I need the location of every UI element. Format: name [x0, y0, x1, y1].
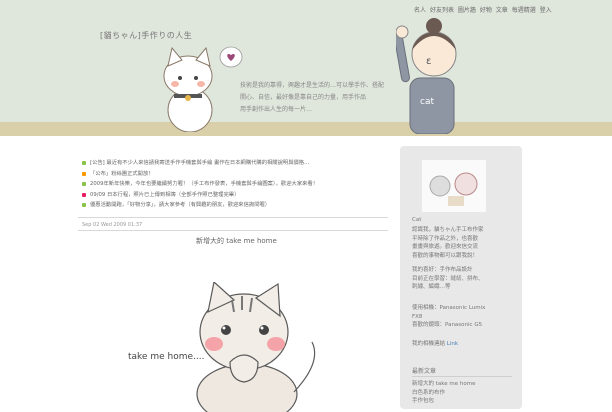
- svg-text:cat: cat: [420, 97, 434, 107]
- camera-line: 喜歡的鏡頭：Panasonic G5: [412, 322, 483, 328]
- post-title[interactable]: 新增大的 take me home: [196, 236, 277, 246]
- profile-likes: 我的喜好：手作布品設計 目前正在學習：縫紉、拼布、 刺繡、編織…等: [412, 266, 516, 292]
- list-item[interactable]: [公告] 最近有不少人來信請我寄送手作手機套與手繪 畫作在日本網購代購的相關說明…: [82, 158, 387, 169]
- bio-line: 畫畫與旅遊。歡迎來信交流: [412, 244, 479, 250]
- sidebar: Cat 認識我，貓ちゃん手工布作家 平時除了作品之外，也喜歡 畫畫與旅遊。歡迎來…: [400, 146, 522, 409]
- bio-line: 喜歡的事物都可以跟我說！: [412, 252, 479, 259]
- nav-item-articles[interactable]: 文章: [496, 7, 508, 14]
- bio-line: 平時除了作品之外，也喜歡: [412, 235, 479, 242]
- post-date: Sep 02 Wed 2009 01:37: [82, 222, 143, 228]
- nav-item-login[interactable]: 登入: [540, 7, 552, 14]
- contact-link[interactable]: Link: [447, 341, 458, 347]
- camera-line: 使用相機：Panasonic Lumix: [412, 305, 486, 311]
- contact-label: 我的相機連結: [412, 341, 446, 347]
- contact-row: 我的相機連結 Link: [412, 340, 516, 349]
- news-text: 2009年新年快樂，今年也要繼續努力喔！（手工布作發表，手機套與手繪圖案），歡迎…: [90, 181, 319, 187]
- blog-desc-line: 開心、自信，最好像是靠自己的力量，用手作品: [240, 94, 367, 101]
- list-item[interactable]: 「公布」粉絲團正式開放！: [82, 169, 387, 180]
- nav-item-names[interactable]: 名人: [414, 7, 426, 14]
- nav-item-goods[interactable]: 好物: [480, 7, 492, 14]
- take-me-home-cat-image: [196, 282, 316, 412]
- bullet-icon: [82, 203, 86, 207]
- recent-post-link[interactable]: 白色系的布作: [412, 389, 516, 398]
- divider: [412, 376, 512, 377]
- blog-desc-line: 技術是我的靠得，興趣才是生活的…可以學手作、搭配: [240, 82, 385, 89]
- svg-text:ε: ε: [426, 56, 431, 67]
- likes-line: 目前正在學習：縫紉、拼布、: [412, 275, 484, 282]
- news-text: 優惠活動開跑，「好物分享」，請大家參考（有興趣的朋友，歡迎來信詢問喔）: [90, 202, 271, 208]
- nav-item-weekly[interactable]: 每週精選: [512, 7, 536, 14]
- recent-post-link[interactable]: 手作包包: [412, 397, 516, 406]
- nav-item-friends[interactable]: 好友列表: [430, 7, 454, 14]
- divider: [78, 217, 388, 218]
- divider: [78, 230, 388, 231]
- bullet-icon: [82, 182, 86, 186]
- profile-camera: 使用相機：Panasonic Lumix FX8 喜歡的鏡頭：Panasonic…: [412, 304, 516, 330]
- recent-post-link[interactable]: 新增大的 take me home: [412, 380, 516, 389]
- heart-bubble-icon: [219, 46, 243, 68]
- header-band: [0, 122, 612, 136]
- bullet-icon: [82, 171, 86, 176]
- main-content: [公告] 最近有不少人來信請我寄送手作手機套與手繪 畫作在日本網購代購的相關說明…: [78, 142, 390, 412]
- profile-photo[interactable]: [422, 160, 486, 212]
- news-text: 09/09 日本行程，照片已上傳到相簿（全部手作照已整理完畢）: [90, 191, 240, 198]
- profile-name: Cat: [412, 217, 422, 223]
- girl-illustration: ε cat: [396, 18, 457, 134]
- news-text: [公告] 最近有不少人來信請我寄送手作手機套與手繪 畫作在日本網購代購的相關說明…: [90, 160, 310, 166]
- bullet-icon: [82, 192, 86, 197]
- nav-item-gallery[interactable]: 圖片牆: [458, 7, 476, 14]
- list-item[interactable]: 優惠活動開跑，「好物分享」，請大家參考（有興趣的朋友，歡迎來信詢問喔）: [82, 200, 387, 211]
- recent-posts: 新增大的 take me home 白色系的布作 手作包包: [412, 380, 516, 406]
- likes-line: 我的喜好：手作布品設計: [412, 267, 473, 273]
- list-item[interactable]: 2009年新年快樂，今年也要繼續努力喔！（手工布作發表，手機套與手繪圖案），歡迎…: [82, 179, 387, 190]
- profile-bio: 認識我，貓ちゃん手工布作家 平時除了作品之外，也喜歡 畫畫與旅遊。歡迎來信交流 …: [412, 226, 516, 260]
- bio-line: 認識我，貓ちゃん手工布作家: [412, 227, 484, 233]
- bullet-icon: [82, 161, 86, 165]
- likes-line: 刺繡、編織…等: [412, 284, 451, 290]
- news-text: 「公布」粉絲團正式開放！: [90, 170, 154, 177]
- list-item[interactable]: 09/09 日本行程，照片已上傳到相簿（全部手作照已整理完畢）: [82, 190, 387, 201]
- header-cat-illustration: [163, 46, 213, 132]
- image-caption: take me home....: [128, 352, 205, 362]
- section-title: 最新文章: [412, 368, 437, 375]
- blog-desc-line: 用手創作出人生的每一片…: [240, 106, 313, 113]
- top-nav: 名人 好友列表 圖片牆 好物 文章 每週精選 登入: [414, 5, 610, 14]
- blog-description: 技術是我的靠得，興趣才是生活的…可以學手作、搭配 開心、自信，最好像是靠自己的力…: [240, 80, 400, 116]
- announcement-list: [公告] 最近有不少人來信請我寄送手作手機套與手繪 畫作在日本網購代購的相關說明…: [82, 158, 387, 211]
- camera-line: FX8: [412, 313, 423, 320]
